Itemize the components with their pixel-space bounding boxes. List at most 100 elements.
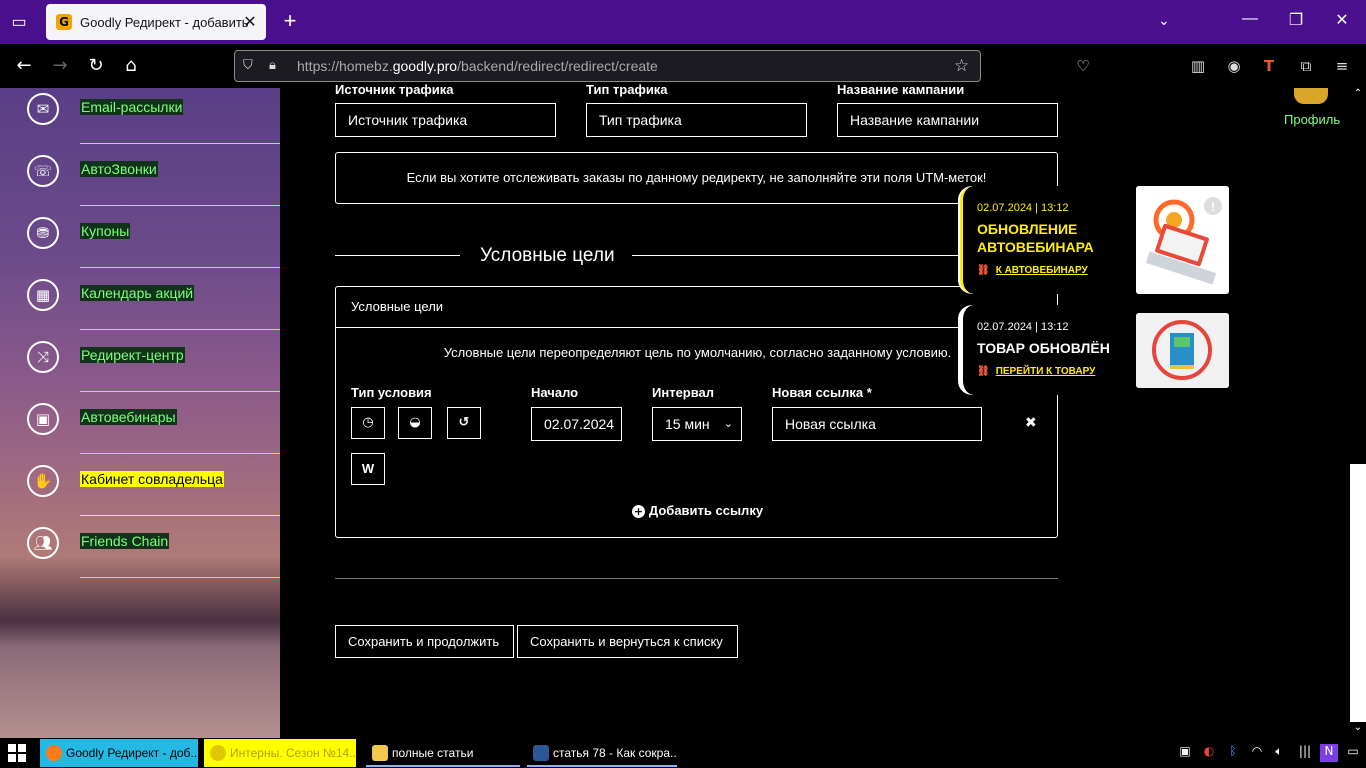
scrollbar-thumb[interactable] — [1350, 464, 1366, 722]
taskbar-item-folder[interactable]: полные статьи — [366, 739, 520, 767]
minimize-icon[interactable]: — — [1238, 10, 1262, 34]
start-date-input[interactable]: 02.07.2024 — [531, 407, 622, 441]
notification-link[interactable]: ⛓ К АВТОВЕБИНАРУ — [977, 265, 1088, 276]
utm-campaign-input[interactable]: Название кампании — [837, 103, 1058, 137]
taskbar-item-word[interactable]: статья 78 - Как сокра... — [527, 739, 677, 767]
bluetooth-icon[interactable]: ᛒ — [1224, 744, 1242, 762]
svg-text:!: ! — [1211, 200, 1215, 214]
notification-webinar[interactable]: 02.07.2024 | 13:12 ОБНОВЛЕНИЕ АВТОВЕБИНАР… — [960, 186, 1140, 294]
sidebar-item-label: Email-рассылки — [80, 99, 184, 115]
url-text[interactable]: https://homebz.goodly.pro/backend/redire… — [297, 58, 658, 74]
home-icon[interactable]: ⌂ — [119, 54, 143, 78]
notifications-icon[interactable]: ▭ — [1344, 744, 1362, 762]
sidebar-item-redirect[interactable]: ⤨ Редирект-центр — [0, 330, 280, 392]
conditional-goals-panel: Условные цели Условные цели переопределя… — [335, 286, 1058, 538]
extension-t-icon[interactable]: T — [1257, 54, 1281, 78]
tray-antivirus-icon[interactable]: ◐ — [1200, 744, 1218, 762]
save-continue-button[interactable]: Сохранить и продолжить — [335, 625, 514, 658]
windows-start-icon[interactable] — [8, 744, 28, 762]
utm-note: Если вы хотите отслеживать заказы по дан… — [335, 152, 1058, 204]
media-player-icon — [210, 745, 226, 761]
new-tab-icon[interactable]: + — [278, 8, 302, 36]
reload-icon[interactable]: ↻ — [84, 54, 108, 78]
window-close-icon[interactable]: ✕ — [1330, 10, 1354, 34]
tab-title: Goodly Редирект - добавить — [80, 14, 249, 30]
save-return-button[interactable]: Сохранить и вернуться к списку — [517, 625, 738, 658]
chevron-down-icon[interactable]: ⌄ — [1158, 12, 1178, 32]
clock-icon[interactable]: ◷ — [351, 407, 385, 439]
friends-icon: 👥︎ — [27, 527, 59, 559]
tab-close-icon[interactable]: ✕ — [242, 12, 258, 31]
shuffle-icon: ⤨ — [27, 341, 59, 373]
utm-source-label: Источник трафика — [335, 82, 454, 97]
notification-product[interactable]: 02.07.2024 | 13:12 ТОВАР ОБНОВЛЁН ⛓ ПЕРЕЙ… — [960, 305, 1140, 395]
utm-campaign-label: Название кампании — [837, 82, 965, 97]
history-icon[interactable]: ↺ — [447, 407, 481, 439]
nav-bar: ← → ↻ ⌂ ⛉ 🔒︎ https://homebz.goodly.pro/b… — [0, 44, 1366, 88]
forward-icon[interactable]: → — [48, 54, 72, 78]
lock-icon[interactable]: 🔒︎ — [269, 58, 285, 74]
restore-icon[interactable]: ❐ — [1284, 10, 1308, 34]
utm-source-input[interactable]: Источник трафика — [335, 103, 556, 137]
address-bar[interactable]: ⛉ 🔒︎ https://homebz.goodly.pro/backend/r… — [234, 50, 981, 82]
shield-icon[interactable]: ⛉ — [243, 58, 259, 74]
sidebar-item-label: Календарь акций — [80, 285, 195, 301]
speedometer-icon[interactable]: ◒ — [398, 407, 432, 439]
divider — [335, 578, 1058, 579]
envelope-icon: ✉ — [27, 93, 59, 125]
sidebar-item-webinars[interactable]: ▣ Автовебинары — [0, 392, 280, 454]
pocket-icon[interactable]: ♡ — [1071, 54, 1095, 78]
taskbar-item-firefox[interactable]: Goodly Редирект - доб... — [40, 739, 198, 767]
sidebar-item-email[interactable]: ✉ Email-рассылки — [0, 88, 280, 144]
remove-row-icon[interactable]: ✖ — [1025, 415, 1037, 431]
tray-n-icon[interactable]: N — [1320, 744, 1338, 762]
sidebar-item-friends-chain[interactable]: 👥︎ Friends Chain — [0, 516, 280, 578]
notification-date: 02.07.2024 | 13:12 — [977, 202, 1069, 214]
word-icon — [533, 745, 549, 761]
account-icon[interactable]: ◉ — [1222, 54, 1246, 78]
sidebar-item-coowner[interactable]: ✋ Кабинет совладельца — [0, 454, 280, 516]
webinar-update-image: ! — [1136, 186, 1229, 294]
interval-label: Интервал — [652, 385, 715, 400]
active-indicator — [527, 765, 677, 767]
active-indicator — [366, 765, 520, 767]
section-divider-left — [335, 255, 460, 256]
panel-description: Условные цели переопределяют цель по умо… — [443, 345, 952, 360]
scroll-up-icon[interactable]: ⌃ — [1350, 88, 1366, 102]
sidebar-item-autocalls[interactable]: ☏ АвтоЗвонки — [0, 144, 280, 206]
wifi-icon[interactable]: ◠ — [1248, 744, 1266, 762]
extensions-icon[interactable]: ⧉ — [1294, 54, 1318, 78]
bookmark-star-icon[interactable]: ☆ — [954, 56, 972, 76]
sidebar-item-label: Купоны — [80, 223, 131, 239]
notification-link[interactable]: ⛓ ПЕРЕЙТИ К ТОВАРУ — [977, 366, 1095, 377]
tab-list-icon[interactable]: ▭ — [8, 12, 30, 32]
utm-medium-input[interactable]: Тип трафика — [586, 103, 807, 137]
scroll-down-icon[interactable]: ⌄ — [1350, 722, 1366, 736]
sidebar-item-coupons[interactable]: ⛃ Купоны — [0, 206, 280, 268]
tray-app-icon[interactable]: ▣ — [1176, 744, 1194, 762]
menu-icon[interactable]: ≡ — [1330, 54, 1354, 78]
new-link-label: Новая ссылка * — [772, 385, 872, 400]
tab-active[interactable]: G Goodly Редирект - добавить ✕ — [46, 4, 266, 40]
panel-title: Условные цели — [336, 287, 1057, 328]
back-icon[interactable]: ← — [12, 54, 36, 78]
taskbar-item-player[interactable]: Интерны. Сезон №14... — [204, 739, 356, 767]
chevron-down-icon: ⌄ — [723, 417, 733, 430]
weekday-button[interactable]: W — [351, 453, 385, 485]
sidebar-item-label: Кабинет совладельца — [80, 471, 224, 487]
basket-icon[interactable] — [1294, 88, 1328, 104]
add-link-button[interactable]: + Добавить ссылку — [336, 503, 1059, 518]
sidebar-item-calendar[interactable]: ▦ Календарь акций — [0, 268, 280, 330]
link-icon: ⛓ — [977, 366, 990, 377]
webinar-icon: ▣ — [27, 403, 59, 435]
calendar-icon: ▦ — [27, 279, 59, 311]
start-label: Начало — [531, 385, 579, 400]
taskbar-item-label: полные статьи — [392, 746, 474, 760]
tray-bars-icon[interactable]: ||| — [1296, 744, 1314, 762]
new-link-input[interactable]: Новая ссылка — [772, 407, 982, 441]
interval-select[interactable]: 15 мин ⌄ — [652, 407, 742, 441]
reader-sidebar-icon[interactable]: ▥ — [1186, 54, 1210, 78]
interval-value: 15 мин — [665, 416, 710, 432]
profile-link[interactable]: Профиль — [1284, 112, 1340, 127]
volume-icon[interactable]: 🔈︎ — [1270, 744, 1288, 762]
